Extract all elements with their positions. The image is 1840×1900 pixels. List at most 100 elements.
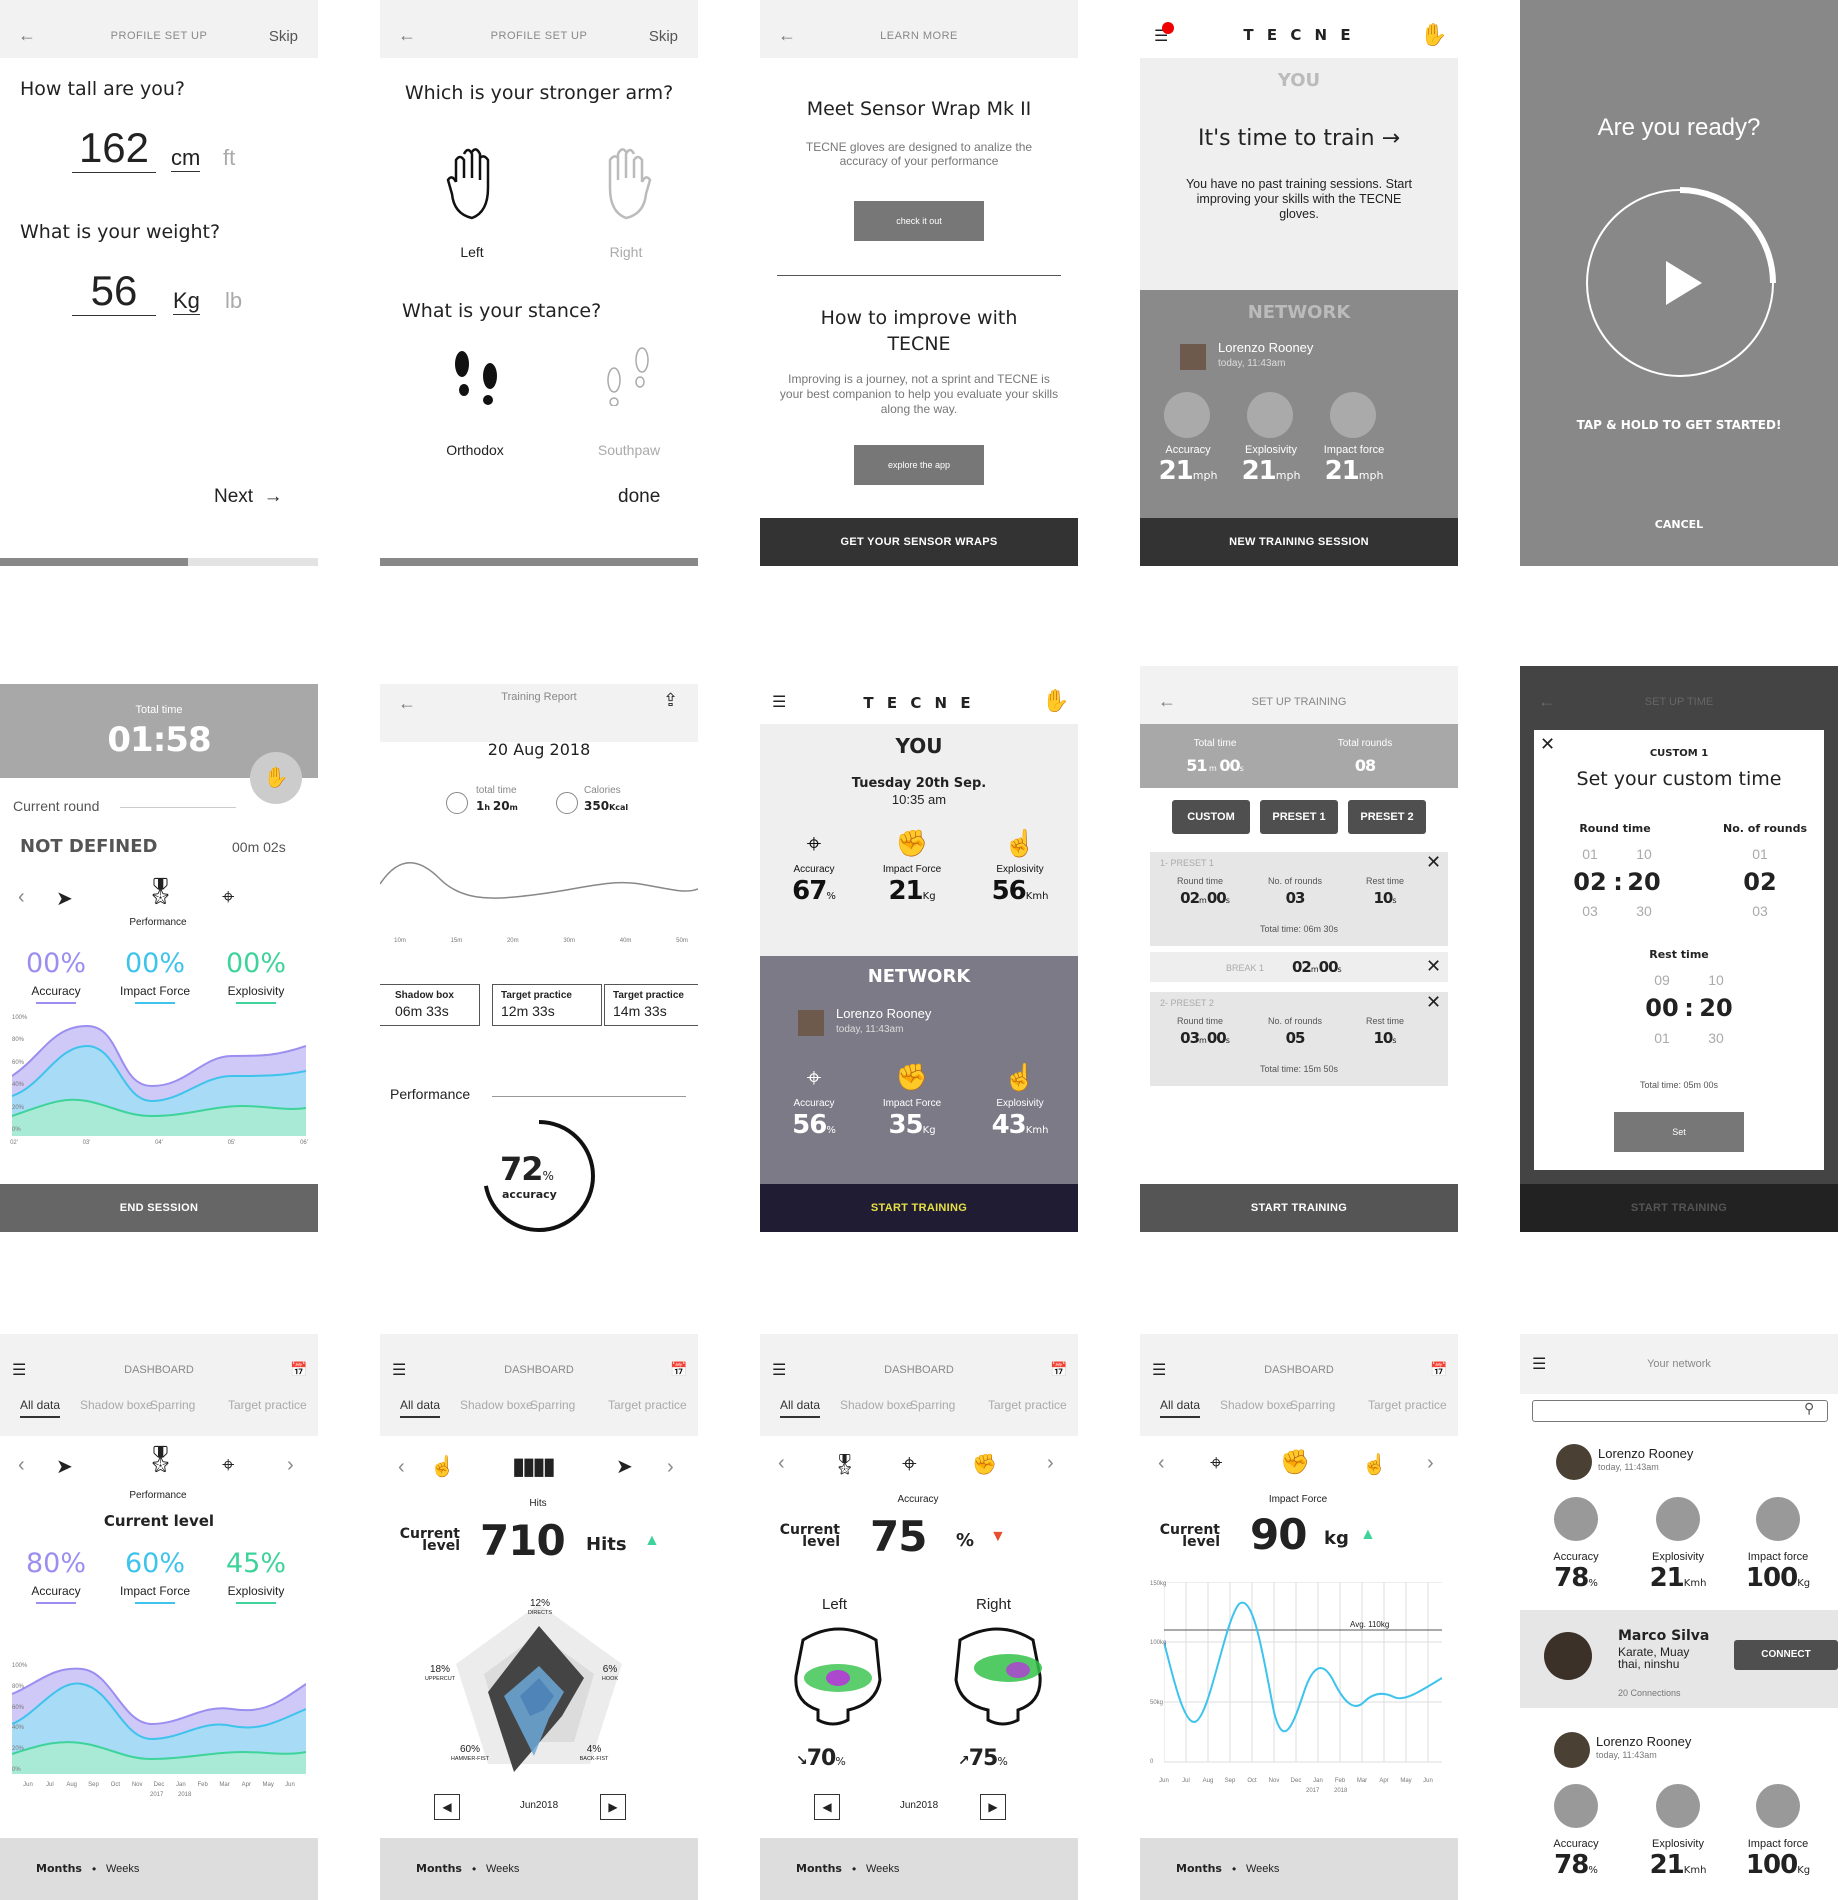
prev-period-button[interactable]: ◀ xyxy=(434,1794,460,1820)
glove-icon[interactable]: ✋ xyxy=(1042,688,1069,714)
impact-fist-icon[interactable]: ✊ xyxy=(972,1452,997,1477)
crosshair-icon[interactable]: ⌖ xyxy=(222,884,234,910)
close-icon[interactable]: ✕ xyxy=(1426,956,1441,977)
close-icon[interactable]: ✕ xyxy=(1426,852,1441,873)
chevron-left-icon[interactable]: ‹ xyxy=(18,1454,25,1477)
tab-sparring[interactable]: Sparring xyxy=(910,1398,955,1412)
explore-app-button[interactable]: explore the app xyxy=(854,445,984,485)
performance-medal-icon[interactable]: 🎖 xyxy=(832,1452,857,1477)
crosshair-icon[interactable]: ⌖ xyxy=(1210,1450,1222,1476)
chevron-right-icon[interactable]: › xyxy=(667,1456,674,1479)
search-icon[interactable]: ⚲ xyxy=(1804,1400,1814,1417)
search-input[interactable] xyxy=(1532,1400,1828,1422)
picker-next[interactable]: 01 xyxy=(1642,1030,1682,1046)
speed-icon[interactable]: ➤ xyxy=(616,1454,633,1479)
tab-all-data[interactable]: All data xyxy=(400,1398,440,1412)
performance-medal-icon[interactable]: 🎖 xyxy=(144,876,177,907)
start-training-button[interactable]: START TRAINING xyxy=(760,1184,1078,1232)
network-user-name[interactable]: Lorenzo Rooney xyxy=(836,1006,931,1021)
preset-1-button[interactable]: PRESET 1 xyxy=(1260,800,1338,834)
picker-prev[interactable]: 09 xyxy=(1642,972,1682,988)
connect-button[interactable]: CONNECT xyxy=(1734,1640,1838,1670)
round-minutes-picker[interactable]: 02 xyxy=(1570,868,1610,896)
next-period-button[interactable]: ▶ xyxy=(980,1794,1006,1820)
share-icon[interactable]: ⇪ xyxy=(663,690,678,711)
avatar[interactable] xyxy=(1180,344,1206,370)
weeks-option[interactable]: Weeks xyxy=(866,1838,899,1900)
preset-custom-button[interactable]: CUSTOM xyxy=(1172,800,1250,834)
chevron-left-icon[interactable]: ‹ xyxy=(1158,1452,1165,1475)
tab-sparring[interactable]: Sparring xyxy=(150,1398,195,1412)
set-button[interactable]: Set xyxy=(1614,1112,1744,1152)
performance-medal-icon[interactable]: 🎖 xyxy=(144,1444,177,1475)
explosivity-icon[interactable]: ➤ xyxy=(56,1454,73,1479)
orthodox-feet-icon[interactable] xyxy=(446,346,506,406)
skip-button[interactable]: Skip xyxy=(269,28,298,45)
suggested-user-name[interactable]: Marco Silva xyxy=(1618,1628,1709,1644)
chevron-right-icon[interactable]: › xyxy=(1427,1452,1434,1475)
chevron-right-icon[interactable]: › xyxy=(287,1454,294,1477)
crosshair-icon[interactable]: ⌖ xyxy=(222,1452,234,1478)
right-hand-icon[interactable] xyxy=(602,142,652,222)
avatar[interactable] xyxy=(1544,1632,1592,1680)
session-card[interactable]: Target practice 14m 33s xyxy=(604,984,698,1026)
unit-kg[interactable]: Kg xyxy=(173,288,200,315)
crosshair-icon[interactable]: ⌖ xyxy=(902,1448,917,1480)
rounds-picker[interactable]: 02 xyxy=(1740,868,1780,896)
check-it-out-button[interactable]: check it out xyxy=(854,201,984,241)
session-card[interactable]: Target practice 12m 33s xyxy=(492,984,602,1026)
picker-next[interactable]: 03 xyxy=(1570,903,1610,919)
explosivity-icon[interactable]: ☝ xyxy=(1362,1452,1387,1477)
network-user-name[interactable]: Lorenzo Rooney xyxy=(1218,340,1313,355)
chevron-left-icon[interactable]: ‹ xyxy=(398,1456,405,1479)
chevron-right-icon[interactable]: › xyxy=(1047,1452,1054,1475)
unit-ft[interactable]: ft xyxy=(223,145,235,171)
weeks-option[interactable]: Weeks xyxy=(486,1838,519,1900)
skip-button[interactable]: Skip xyxy=(649,28,678,45)
start-training-button[interactable]: START TRAINING xyxy=(1140,1184,1458,1232)
unit-lb[interactable]: lb xyxy=(225,288,242,314)
tab-all-data[interactable]: All data xyxy=(20,1398,60,1412)
tab-target-practice[interactable]: Target practice xyxy=(228,1398,307,1412)
get-sensor-wraps-button[interactable]: GET YOUR SENSOR WRAPS xyxy=(760,518,1078,566)
next-period-button[interactable]: ▶ xyxy=(600,1794,626,1820)
weight-value[interactable]: 56 xyxy=(72,267,156,316)
months-option[interactable]: Months xyxy=(1176,1838,1222,1900)
southpaw-feet-icon[interactable] xyxy=(598,346,658,406)
train-cta[interactable]: It's time to train → xyxy=(1140,126,1458,151)
picker-prev[interactable]: 01 xyxy=(1570,846,1610,862)
tab-sparring[interactable]: Sparring xyxy=(530,1398,575,1412)
explosivity-icon[interactable]: ☝ xyxy=(430,1454,455,1479)
tab-shadow-boxe[interactable]: Shadow boxe xyxy=(460,1398,533,1412)
avatar[interactable] xyxy=(1554,1732,1590,1768)
months-option[interactable]: Months xyxy=(796,1838,842,1900)
tab-shadow-boxe[interactable]: Shadow boxe xyxy=(80,1398,153,1412)
weeks-option[interactable]: Weeks xyxy=(1246,1838,1279,1900)
glove-icon[interactable]: ✋ xyxy=(1420,22,1447,48)
avatar[interactable] xyxy=(1556,1444,1592,1480)
chevron-left-icon[interactable]: ‹ xyxy=(18,886,25,909)
picker-next[interactable]: 30 xyxy=(1696,1030,1736,1046)
calendar-icon[interactable]: 📅 xyxy=(290,1361,307,1378)
tab-target-practice[interactable]: Target practice xyxy=(1368,1398,1447,1412)
new-training-session-button[interactable]: NEW TRAINING SESSION xyxy=(1140,518,1458,566)
cancel-button[interactable]: CANCEL xyxy=(1520,518,1838,531)
picker-next[interactable]: 30 xyxy=(1624,903,1664,919)
tab-shadow-boxe[interactable]: Shadow boxe xyxy=(1220,1398,1293,1412)
tab-all-data[interactable]: All data xyxy=(1160,1398,1200,1412)
picker-prev[interactable]: 10 xyxy=(1624,846,1664,862)
rest-seconds-picker[interactable]: 20 xyxy=(1696,994,1736,1022)
start-ring[interactable] xyxy=(1580,183,1780,383)
left-hand-icon[interactable] xyxy=(446,142,496,222)
explosivity-icon[interactable]: ➤ xyxy=(56,886,73,911)
next-button[interactable]: Next → xyxy=(214,486,283,508)
hits-icon[interactable]: ▮▮▮▮ xyxy=(512,1452,556,1481)
picker-prev[interactable]: 01 xyxy=(1740,846,1780,862)
done-button[interactable]: done xyxy=(618,486,660,508)
unit-cm[interactable]: cm xyxy=(171,145,201,172)
picker-prev[interactable]: 10 xyxy=(1696,972,1736,988)
calendar-icon[interactable]: 📅 xyxy=(670,1361,687,1378)
height-value[interactable]: 162 xyxy=(72,124,156,173)
months-option[interactable]: Months xyxy=(416,1838,462,1900)
chevron-left-icon[interactable]: ‹ xyxy=(778,1452,785,1475)
